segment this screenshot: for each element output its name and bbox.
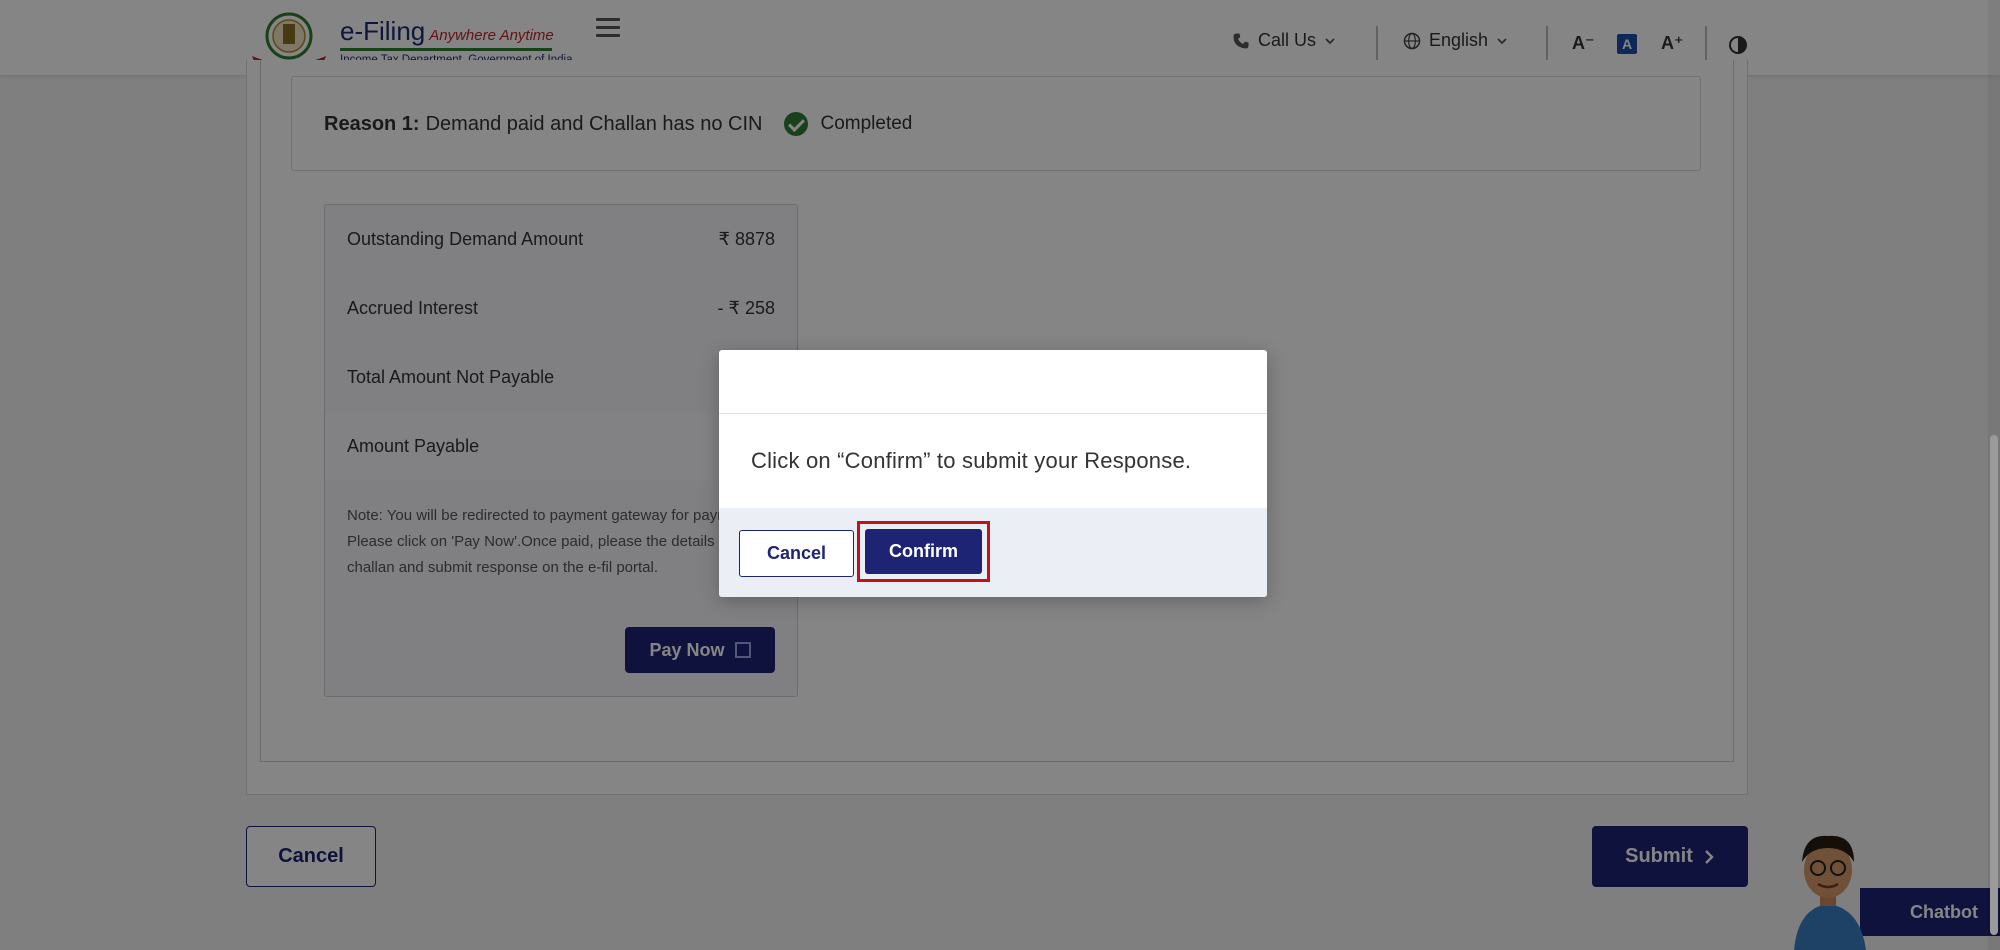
confirm-highlight: Confirm: [857, 521, 990, 582]
dialog-header: [719, 350, 1267, 414]
dialog-message: Click on “Confirm” to submit your Respon…: [751, 448, 1192, 473]
dialog-cancel-button[interactable]: Cancel: [739, 530, 854, 577]
dialog-confirm-button[interactable]: Confirm: [865, 529, 982, 574]
confirm-dialog: Click on “Confirm” to submit your Respon…: [719, 350, 1267, 597]
scrollbar-thumb[interactable]: [1990, 435, 1998, 935]
scrollbar[interactable]: [1988, 0, 2000, 950]
